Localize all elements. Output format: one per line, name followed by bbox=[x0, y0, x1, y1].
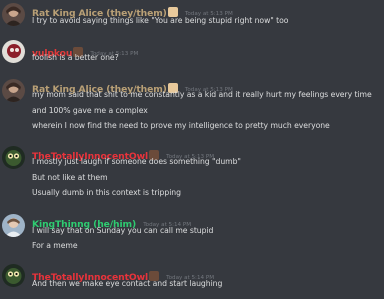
message-text: foolish is a better one? bbox=[32, 53, 119, 62]
avatar[interactable] bbox=[2, 3, 25, 26]
message-text: I will say that on Sunday you can call m… bbox=[32, 226, 214, 235]
message-text: my mom said that shit to me constantly a… bbox=[32, 90, 372, 99]
message-text: I try to avoid saying things like "You a… bbox=[32, 16, 289, 25]
message-text: But not like at them bbox=[32, 173, 108, 182]
avatar[interactable] bbox=[2, 264, 25, 287]
avatar[interactable] bbox=[2, 214, 25, 237]
message-text: and 100% gave me a complex bbox=[32, 106, 148, 115]
avatar[interactable] bbox=[2, 40, 25, 63]
message-text: wherein I now find the need to prove my … bbox=[32, 121, 330, 130]
message-text: Usually dumb in this context is tripping bbox=[32, 188, 181, 197]
avatar[interactable] bbox=[2, 146, 25, 169]
avatar[interactable] bbox=[2, 79, 25, 102]
message-text: For a meme bbox=[32, 241, 78, 250]
message-text: And then we make eye contact and start l… bbox=[32, 279, 223, 288]
chat-message-list: Rat King Alice (they/them) Today at 5:13… bbox=[0, 0, 384, 299]
message-text: I mostly just laugh if someone does some… bbox=[32, 157, 241, 166]
